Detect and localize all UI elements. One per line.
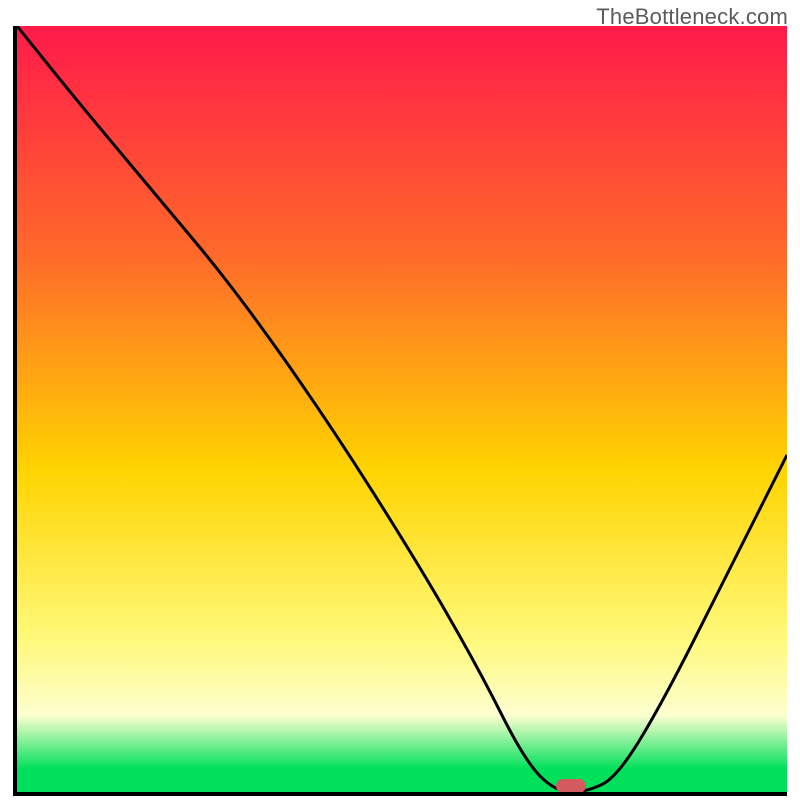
bottleneck-curve-svg xyxy=(17,26,787,792)
plot-area xyxy=(17,26,787,792)
watermark-text: TheBottleneck.com xyxy=(596,4,788,30)
optimal-point-marker xyxy=(556,779,586,792)
bottleneck-curve-path xyxy=(17,26,787,792)
